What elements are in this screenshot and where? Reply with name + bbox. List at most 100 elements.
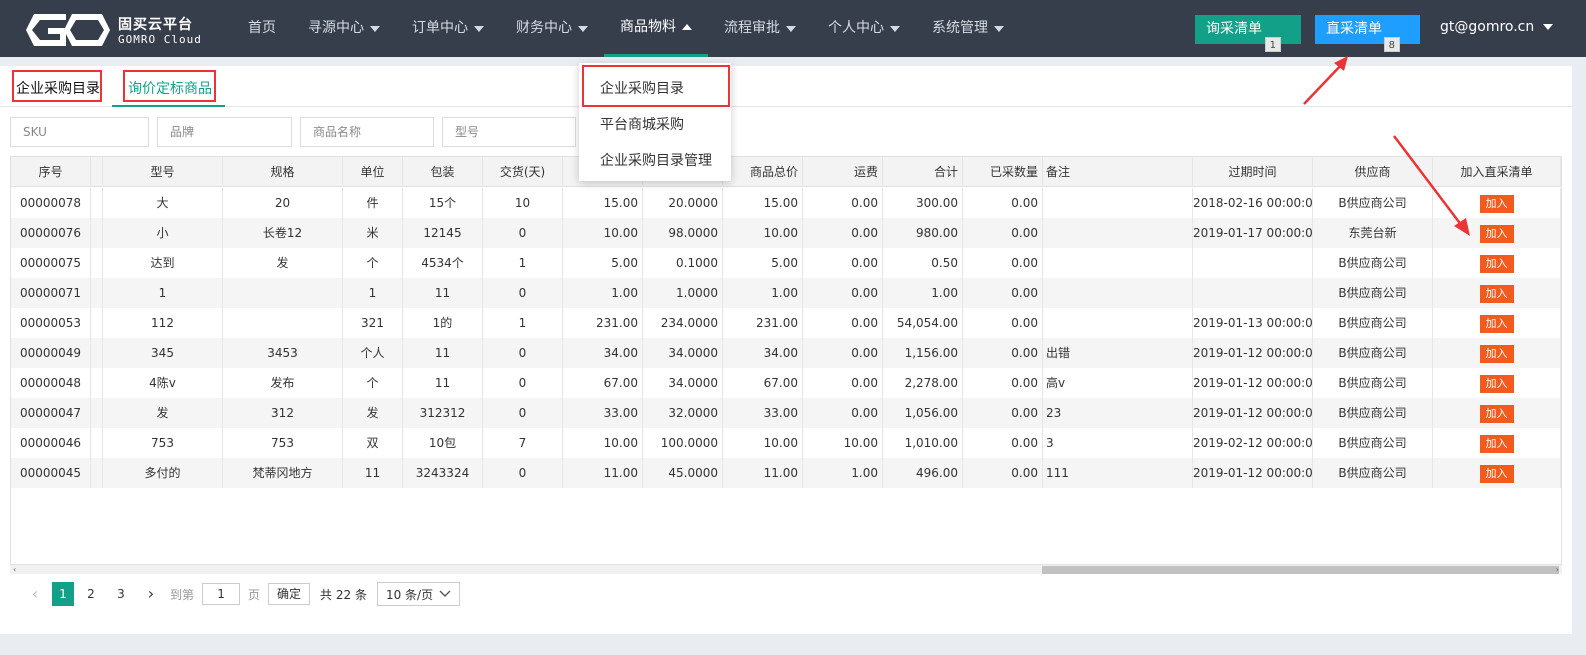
table-cell: 100.0000 bbox=[643, 428, 723, 458]
spacer-cell bbox=[91, 338, 103, 368]
nav-system[interactable]: 系统管理 bbox=[916, 0, 1020, 57]
horizontal-scrollbar[interactable]: ‹ › bbox=[10, 564, 1562, 574]
nav-home[interactable]: 首页 bbox=[232, 0, 292, 57]
table-cell: 高v bbox=[1043, 368, 1193, 398]
annotation-arrow-icon bbox=[1393, 135, 1470, 236]
table-cell: 1.00 bbox=[883, 278, 963, 308]
table-cell: 11 bbox=[403, 368, 483, 398]
user-email: gt@gomro.cn bbox=[1440, 19, 1535, 35]
nav-products[interactable]: 商品物料 bbox=[604, 0, 708, 57]
add-to-direct-cart-button[interactable]: 加入 bbox=[1479, 374, 1514, 393]
add-to-direct-cart-button[interactable]: 加入 bbox=[1479, 254, 1514, 273]
table-cell: 321 bbox=[343, 308, 403, 338]
table-cell: 5.00 bbox=[723, 248, 803, 278]
column-header: 包装 bbox=[403, 157, 483, 187]
table-row[interactable]: 00000049 345 3453 个人 11 0 34.00 34.0000 34.00 0.0… bbox=[11, 338, 1561, 368]
table-cell: 00000071 bbox=[11, 278, 91, 308]
nav-orders[interactable]: 订单中心 bbox=[396, 0, 500, 57]
table-cell: B供应商公司 bbox=[1313, 308, 1433, 338]
inquiry-cart-button[interactable]: 询采清单 1 bbox=[1195, 15, 1301, 52]
table-cell: 11 bbox=[403, 278, 483, 308]
table-cell: 0.00 bbox=[803, 308, 883, 338]
direct-cart-button[interactable]: 直采清单 8 bbox=[1315, 15, 1420, 52]
chevron-down-icon bbox=[439, 590, 451, 597]
page-1[interactable]: 1 bbox=[52, 582, 74, 606]
add-to-direct-cart-button[interactable]: 加入 bbox=[1479, 464, 1514, 483]
product-name-input[interactable]: 商品名称 bbox=[300, 117, 434, 147]
table-cell: 312312 bbox=[403, 398, 483, 428]
table-cell: 300.00 bbox=[883, 188, 963, 218]
table-cell: 个 bbox=[343, 248, 403, 278]
menu-platform-mall[interactable]: 平台商城采购 bbox=[600, 114, 684, 134]
table-cell: 0.00 bbox=[963, 218, 1043, 248]
nav-approval[interactable]: 流程审批 bbox=[708, 0, 812, 57]
gomro-logo-icon bbox=[26, 14, 110, 46]
table-cell: B供应商公司 bbox=[1313, 428, 1433, 458]
scroll-right-icon[interactable]: › bbox=[1556, 565, 1559, 574]
table-cell: 0.00 bbox=[963, 398, 1043, 428]
table-row[interactable]: 00000046 753 753 双 10包 7 10.00 100.0000 10.00 10.… bbox=[11, 428, 1561, 458]
brand-logo[interactable]: 固买云平台 GOMRO Cloud bbox=[26, 10, 216, 50]
scroll-left-icon[interactable]: ‹ bbox=[13, 565, 16, 574]
table-cell: 34.0000 bbox=[643, 368, 723, 398]
scrollbar-thumb[interactable] bbox=[1042, 566, 1559, 574]
top-navbar: 固买云平台 GOMRO Cloud 首页 寻源中心 订单中心 财务中心 商品物料… bbox=[0, 0, 1586, 57]
table-row[interactable]: 00000071 1 1 11 0 1.00 1.0000 1.00 0.00 1.00 0.00 B… bbox=[11, 278, 1561, 308]
table-cell: 1的 bbox=[403, 308, 483, 338]
spacer-cell bbox=[91, 278, 103, 308]
table-cell: 67.00 bbox=[723, 368, 803, 398]
table-cell: 00000045 bbox=[11, 458, 91, 488]
table-cell: 45.0000 bbox=[643, 458, 723, 488]
add-cell: 加入 bbox=[1433, 248, 1561, 278]
table-row[interactable]: 00000076 小长卷12 米 12145 0 10.00 98.0000 10.00 0.0… bbox=[11, 218, 1561, 248]
table-cell: 00000046 bbox=[11, 428, 91, 458]
table-row[interactable]: 00000075 达到发个 4534个 1 5.00 0.1000 5.00 0.00 0.50… bbox=[11, 248, 1561, 278]
table-cell: 达到 bbox=[103, 248, 223, 278]
goto-page-input[interactable]: 1 bbox=[202, 583, 241, 605]
prev-page-icon[interactable]: ‹ bbox=[22, 582, 48, 606]
table-cell: 1 bbox=[483, 308, 563, 338]
total-count: 共 22 条 bbox=[320, 587, 367, 602]
add-to-direct-cart-button[interactable]: 加入 bbox=[1479, 284, 1514, 303]
table-row[interactable]: 00000047 发 312 发 312312 0 33.00 32.0000 33.00 0.0… bbox=[11, 398, 1561, 428]
table-cell: 2019-01-12 00:00:00 bbox=[1193, 458, 1313, 488]
next-page-icon[interactable]: › bbox=[138, 582, 164, 606]
add-to-direct-cart-button[interactable]: 加入 bbox=[1479, 344, 1514, 363]
nav-personal[interactable]: 个人中心 bbox=[812, 0, 916, 57]
add-to-direct-cart-button[interactable]: 加入 bbox=[1479, 314, 1514, 333]
model-input[interactable]: 型号 bbox=[442, 117, 576, 147]
table-row[interactable]: 00000045 多付的 梵蒂冈地方 11 3243324 0 11.00 45.0000 11… bbox=[11, 458, 1561, 488]
brand-input[interactable]: 品牌 bbox=[157, 117, 292, 147]
spacer-cell bbox=[91, 218, 103, 248]
sku-input[interactable]: SKU bbox=[10, 117, 149, 147]
menu-catalog-management[interactable]: 企业采购目录管理 bbox=[600, 150, 712, 170]
table-row[interactable]: 00000048 4陈v 发布个 11 0 67.00 34.0000 67.00 0.00 2,… bbox=[11, 368, 1561, 398]
add-to-direct-cart-button[interactable]: 加入 bbox=[1479, 224, 1514, 243]
page-size-value: 10 条/页 bbox=[385, 587, 434, 602]
table-cell: 00000053 bbox=[11, 308, 91, 338]
nav-finance[interactable]: 财务中心 bbox=[500, 0, 604, 57]
page-2[interactable]: 2 bbox=[78, 582, 104, 606]
spacer-cell bbox=[91, 188, 103, 218]
add-to-direct-cart-button[interactable]: 加入 bbox=[1479, 434, 1514, 453]
table-cell: 32.0000 bbox=[643, 398, 723, 428]
nav-sourcing[interactable]: 寻源中心 bbox=[292, 0, 396, 57]
goto-confirm-button[interactable]: 确定 bbox=[268, 583, 311, 605]
add-to-direct-cart-button[interactable]: 加入 bbox=[1479, 194, 1514, 213]
table-cell: 1,056.00 bbox=[883, 398, 963, 428]
table-cell: 0.00 bbox=[963, 308, 1043, 338]
user-menu[interactable]: gt@gomro.cn bbox=[1440, 19, 1554, 35]
add-cell: 加入 bbox=[1433, 308, 1561, 338]
table-cell: 20 bbox=[223, 188, 343, 218]
table-cell: 1.00 bbox=[563, 278, 643, 308]
table-row[interactable]: 00000053 112 321 1的 1 231.00 234.0000 231.00 0.0… bbox=[11, 308, 1561, 338]
table-row[interactable]: 00000078 大 20 件 15个 10 15.00 20.0000 15.00 0.00 30… bbox=[11, 188, 1561, 218]
table-cell: 10.00 bbox=[803, 428, 883, 458]
add-to-direct-cart-button[interactable]: 加入 bbox=[1479, 404, 1514, 423]
table-cell: 496.00 bbox=[883, 458, 963, 488]
table-cell: B供应商公司 bbox=[1313, 278, 1433, 308]
table-cell: 0.00 bbox=[963, 248, 1043, 278]
page-3[interactable]: 3 bbox=[108, 582, 134, 606]
table-cell: 0 bbox=[483, 398, 563, 428]
page-size-select[interactable]: 10 条/页 bbox=[376, 582, 461, 606]
